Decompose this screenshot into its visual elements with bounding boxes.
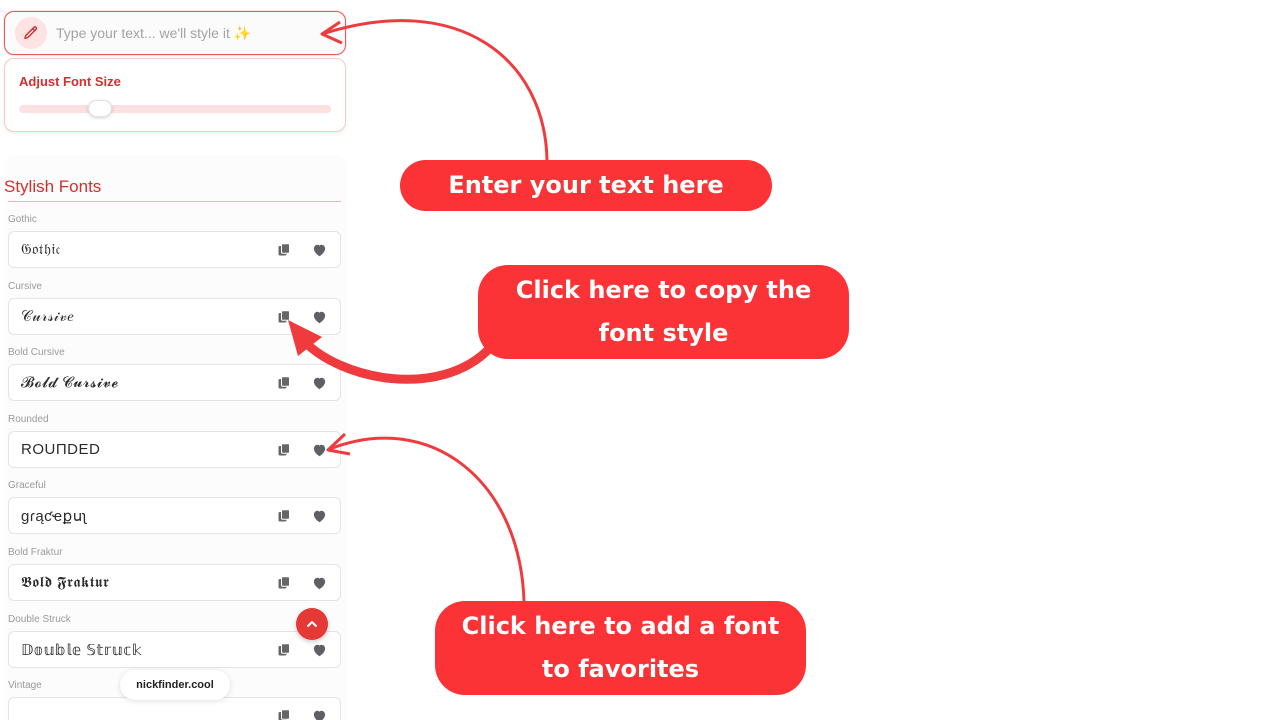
tutorial-screenshot: Adjust Font Size Stylish Fonts Gothic 𝔊𝔬𝔱… [0,0,1280,720]
font-sample: 𝔊𝔬𝔱𝔥𝔦𝔠 [21,241,61,258]
font-sample: 𝕭𝖔𝖑𝖉 𝕱𝖗𝖆𝖐𝖙𝖚𝖗 [21,574,110,591]
callout-copy-style: Click here to copy the font style [478,265,849,359]
font-row[interactable]: 𝔻𝕠𝕦𝕓𝕝𝕖 𝕊𝕥𝕣𝕦𝕔𝕜 [8,631,341,668]
arrow-to-input [321,19,549,161]
callout-enter-text: Enter your text here [400,160,772,211]
font-row[interactable]: 𝔊𝔬𝔱𝔥𝔦𝔠 [8,231,341,268]
copy-icon[interactable] [277,310,291,324]
font-size-label: Adjust Font Size [19,74,121,89]
copy-icon[interactable] [277,243,291,257]
pencil-icon [15,17,47,49]
copy-icon[interactable] [277,643,291,657]
heart-icon[interactable] [312,643,327,657]
font-sample: ROUΠDED [21,441,101,458]
heart-icon[interactable] [312,576,327,590]
scroll-to-top-button[interactable] [296,608,328,640]
text-input-container[interactable] [4,11,346,55]
font-label: Bold Fraktur [8,547,63,558]
copy-icon[interactable] [277,443,291,457]
font-size-slider-thumb[interactable] [88,100,113,117]
font-row[interactable]: 𝕭𝖔𝖑𝖉 𝕱𝖗𝖆𝖐𝖙𝖚𝖗 [8,564,341,601]
font-label: Vintage [8,680,42,691]
font-row[interactable]: ROUΠDED [8,431,341,468]
text-input[interactable] [56,25,345,41]
font-sample: 𝔻𝕠𝕦𝕓𝕝𝕖 𝕊𝕥𝕣𝕦𝕔𝕜 [21,642,143,659]
heart-icon[interactable] [312,443,327,457]
font-label: Graceful [8,480,46,491]
heart-icon[interactable] [312,709,327,720]
font-sample: 𝓑𝓸𝓵𝓭 𝓒𝓾𝓻𝓼𝓲𝓿𝓮 [21,374,119,391]
font-size-card: Adjust Font Size [4,58,346,132]
heart-icon[interactable] [312,376,327,390]
copy-icon[interactable] [277,576,291,590]
font-row[interactable]: 𝓑𝓸𝓵𝓭 𝓒𝓾𝓻𝓼𝓲𝓿𝓮 [8,364,341,401]
font-row[interactable] [8,697,341,720]
heart-icon[interactable] [312,509,327,523]
font-size-slider-track[interactable] [19,105,331,113]
chevron-up-icon [307,621,317,627]
font-label: Cursive [8,281,42,292]
font-sample: 𝒞𝓊𝓇𝓈𝒾𝓋𝑒 [21,308,75,325]
copy-icon[interactable] [277,709,291,720]
heart-icon[interactable] [312,243,327,257]
callout-add-favorite: Click here to add a font to favorites [435,601,806,695]
arrow-to-favorite [329,436,526,602]
copy-icon[interactable] [277,376,291,390]
font-generator-panel: Adjust Font Size Stylish Fonts Gothic 𝔊𝔬𝔱… [0,0,350,720]
section-title: Stylish Fonts [4,177,102,196]
heart-icon[interactable] [312,310,327,324]
site-badge: nickfinder.cool [120,670,230,700]
font-sample: gɾąƈҽքսʅ [21,508,87,525]
copy-icon[interactable] [277,509,291,523]
font-label: Bold Cursive [8,347,65,358]
section-divider [8,201,341,202]
font-row[interactable]: 𝒞𝓊𝓇𝓈𝒾𝓋𝑒 [8,298,341,335]
font-label: Rounded [8,414,49,425]
font-label: Gothic [8,214,37,225]
font-label: Double Struck [8,614,71,625]
font-row[interactable]: gɾąƈҽքսʅ [8,497,341,534]
